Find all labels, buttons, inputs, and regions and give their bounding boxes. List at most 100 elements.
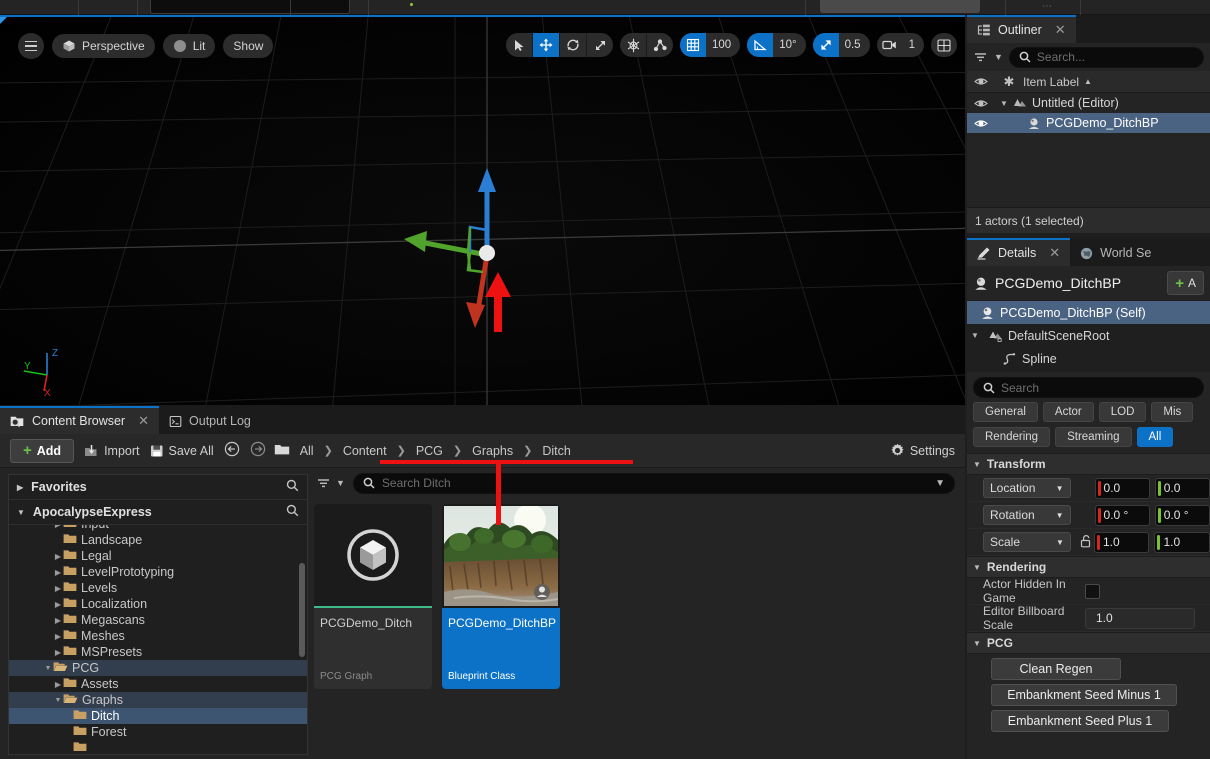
tree-item-levelprototyping[interactable]: ▶ LevelPrototyping [9,564,307,580]
save-all-button[interactable]: Save All [150,444,214,458]
billboard-scale-field[interactable]: 1.0 [1085,607,1195,629]
asset-tile-pcgdemo-ditchbp[interactable]: PCGDemo_DitchBP Blueprint Class [442,504,560,689]
tree-item-localization[interactable]: ▶ Localization [9,596,307,612]
unlocked-icon[interactable] [1079,534,1092,551]
scale-dropdown[interactable]: Scale ▼ [983,532,1071,552]
star-icon[interactable]: ✱ [995,74,1023,90]
expander-icon[interactable]: ▼ [17,508,25,517]
filter-lod[interactable]: LOD [1098,402,1147,422]
translate-tool[interactable] [533,33,560,57]
tree-item-assets[interactable]: ▶ Assets [9,676,307,692]
tree-item-pcg[interactable]: ▼ PCG [9,660,307,676]
section-rendering[interactable]: ▼ Rendering [967,556,1210,578]
expander-icon[interactable]: ▼ [967,331,983,340]
section-transform[interactable]: ▼ Transform [967,453,1210,475]
filter-actor[interactable]: Actor [1042,402,1094,422]
folder-icon[interactable] [274,443,290,459]
rotate-tool[interactable] [560,33,586,57]
details-search-input[interactable]: Search [973,377,1204,398]
select-tool[interactable] [506,33,532,57]
tree-item-landscape[interactable]: Landscape [9,532,307,548]
expander-icon[interactable]: ▶ [53,616,63,625]
eye-icon[interactable] [967,98,995,109]
rotation-dropdown[interactable]: Rotation ▼ [983,505,1071,525]
breadcrumb-graphs[interactable]: Graphs [472,444,513,458]
tree-item-input[interactable]: ▶ Input [9,525,307,532]
expander-icon[interactable]: ▼ [973,563,981,572]
surface-snap-tool[interactable] [647,33,673,57]
expander-icon[interactable]: ▼ [995,99,1013,108]
component-row-defaultsceneroot[interactable]: ▼ DefaultSceneRoot [967,324,1210,347]
angle-snap-toggle[interactable] [747,33,774,57]
breadcrumb-content[interactable]: Content [343,444,387,458]
close-icon[interactable]: ✕ [1055,22,1066,38]
breadcrumb-all[interactable]: All [300,444,314,458]
tree-item-levels[interactable]: ▶ Levels [9,580,307,596]
import-button[interactable]: Import [84,444,140,458]
camera-speed-value[interactable]: 1 [903,33,924,57]
add-button[interactable]: + Add [10,438,75,463]
expander-icon[interactable]: ▶ [53,632,63,641]
tree-item-legal[interactable]: ▶ Legal [9,548,307,564]
component-row-self[interactable]: PCGDemo_DitchBP (Self) [967,301,1210,324]
location-dropdown[interactable]: Location ▼ [983,478,1071,498]
tree-item-forest[interactable]: Forest [9,724,307,740]
scale-tool[interactable] [587,33,613,57]
lit-button[interactable]: Lit [162,34,216,58]
tree-item-partial[interactable] [9,740,307,754]
scale-snap-toggle[interactable] [812,33,839,57]
chevron-down-icon[interactable]: ▼ [935,478,945,489]
rotation-y-field[interactable]: 0.0 ° [1154,504,1210,526]
scale-snap-value[interactable]: 0.5 [839,33,870,57]
show-button[interactable]: Show [223,34,274,58]
asset-search-input[interactable]: Search Ditch ▼ [352,472,955,494]
actor-hidden-checkbox[interactable] [1085,583,1100,599]
viewport-layout-icon[interactable] [931,33,957,57]
back-arrow-icon[interactable] [224,441,240,460]
filter-icon[interactable] [316,476,331,490]
tree-item-ditch[interactable]: Ditch [9,708,307,724]
clean-regen-button[interactable]: Clean Regen [991,658,1121,680]
tree-item-meshes[interactable]: ▶ Meshes [9,628,307,644]
expander-icon[interactable]: ▼ [973,460,981,469]
component-row-spline[interactable]: Spline [967,347,1210,370]
location-y-field[interactable]: 0.0 [1154,477,1210,499]
tab-content-browser[interactable]: Content Browser ✕ [0,406,160,434]
tab-output-log[interactable]: Output Log [159,406,261,434]
tab-outliner[interactable]: Outliner ✕ [967,15,1076,43]
expander-icon[interactable]: ▶ [53,584,63,593]
sources-favorites[interactable]: ▶ Favorites [9,475,307,500]
outliner-row-untitled[interactable]: ▼ Untitled (Editor) [967,93,1210,113]
location-x-field[interactable]: 0.0 [1094,477,1150,499]
outliner-search-input[interactable]: Search... [1008,46,1204,68]
filter-misc[interactable]: Mis [1151,402,1194,422]
breadcrumb-pcg[interactable]: PCG [416,444,443,458]
scale-x-field[interactable]: 1.0 [1093,531,1150,553]
grid-snap-value[interactable]: 100 [706,33,740,57]
settings-button[interactable]: Settings [890,443,955,458]
filter-general[interactable]: General [973,402,1038,422]
search-icon[interactable] [286,504,299,520]
sources-scrollbar[interactable] [299,563,305,657]
add-component-button[interactable]: + A [1167,271,1204,295]
embankment-seed-plus-button[interactable]: Embankment Seed Plus 1 [991,710,1169,732]
expander-icon[interactable]: ▶ [53,648,63,657]
camera-icon[interactable] [877,33,903,57]
filter-rendering[interactable]: Rendering [973,427,1051,447]
close-icon[interactable]: ✕ [138,413,149,429]
level-viewport[interactable]: Z Y X Perspective Lit Show 100 10° 0.5 1 [0,15,965,405]
world-coordinate-tool[interactable] [620,33,646,57]
expander-icon[interactable]: ▶ [53,568,63,577]
asset-tile-pcgdemo-ditch[interactable]: PCGDemo_Ditch PCG Graph [314,504,432,689]
tree-item-mspresets[interactable]: ▶ MSPresets [9,644,307,660]
filter-all[interactable]: All [1136,427,1174,447]
eye-icon[interactable] [967,118,995,129]
chevron-down-icon[interactable]: ▼ [994,52,1003,62]
eye-icon[interactable] [967,76,995,87]
angle-snap-value[interactable]: 10° [773,33,805,57]
forward-arrow-icon[interactable] [250,441,266,460]
outliner-column-label[interactable]: Item Label [1023,75,1079,89]
chevron-down-icon[interactable]: ▼ [336,478,345,488]
tab-details[interactable]: Details ✕ [967,238,1071,266]
expander-icon[interactable]: ▶ [53,600,63,609]
